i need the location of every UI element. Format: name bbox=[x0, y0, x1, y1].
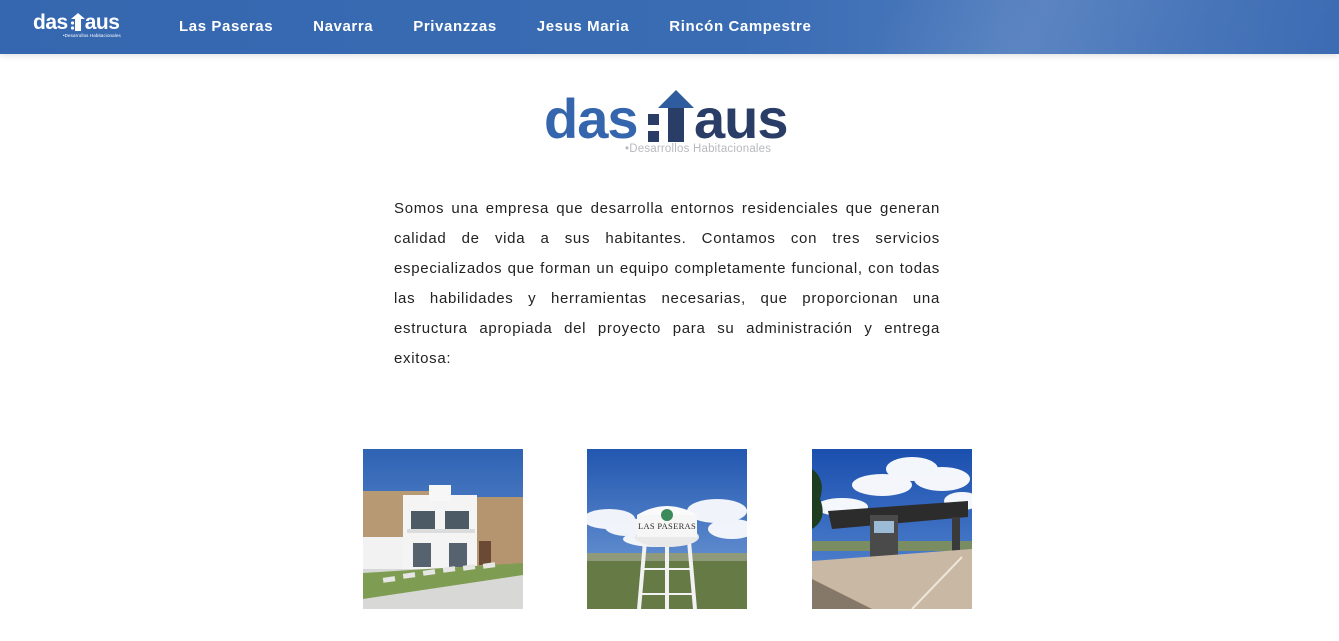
navbar-logo-house-icon bbox=[70, 13, 85, 31]
svg-text:LAS PASERAS: LAS PASERAS bbox=[638, 521, 696, 531]
nav-link-navarra[interactable]: Navarra bbox=[313, 0, 373, 54]
brand-logo-das: das bbox=[544, 87, 638, 150]
main-nav-menu: Las Paseras Navarra Privanzzas Jesus Mar… bbox=[179, 0, 851, 54]
gallery-photo-entrance-gate[interactable] bbox=[812, 449, 972, 609]
navbar-logo-text: das aus bbox=[33, 11, 120, 34]
nav-link-privanzzas[interactable]: Privanzzas bbox=[413, 0, 497, 54]
nav-link-jesus-maria[interactable]: Jesus Maria bbox=[537, 0, 629, 54]
gallery-photo-water-tower[interactable]: LAS PASERAS bbox=[587, 449, 747, 609]
navbar-logo-subtitle: •Desarrollos Habitacionales bbox=[63, 33, 121, 38]
nav-link-las-paseras[interactable]: Las Paseras bbox=[179, 0, 273, 54]
navbar-sheen bbox=[861, 0, 1339, 54]
brand-logo: das aus •Desarrollos Habitacionales bbox=[544, 88, 794, 160]
brand-logo-aus: aus bbox=[694, 87, 788, 150]
navbar-logo-link[interactable]: das aus •Desarrollos Habitacionales bbox=[33, 11, 125, 41]
brand-logo-house-arrow-icon bbox=[648, 90, 694, 142]
brand-logo-subtitle: •Desarrollos Habitacionales bbox=[625, 143, 772, 155]
intro-paragraph: Somos una empresa que desarrolla entorno… bbox=[394, 200, 940, 367]
gallery-photo-townhouses[interactable] bbox=[363, 449, 523, 609]
nav-link-rincon-campestre[interactable]: Rincón Campestre bbox=[669, 0, 811, 54]
top-navbar: das aus •Desarrollos Habitacionales Las … bbox=[0, 0, 1339, 54]
